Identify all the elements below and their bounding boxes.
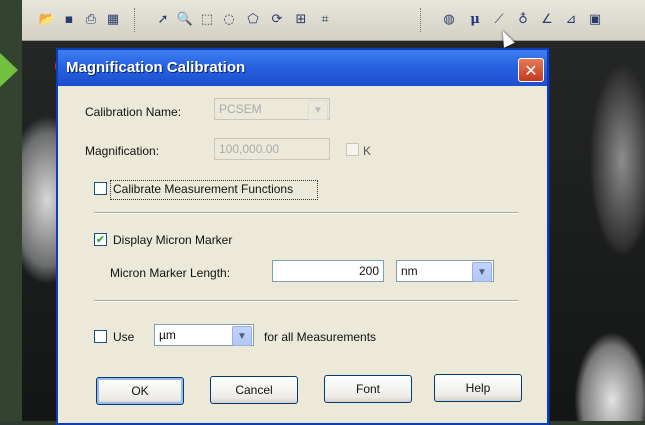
chevron-down-icon: ▼: [308, 100, 328, 120]
point-icon[interactable]: ♁: [514, 10, 532, 28]
help-button-label: Help: [465, 381, 491, 395]
ok-button-label: OK: [131, 384, 149, 398]
calibrate-measurement-label[interactable]: Calibrate Measurement Functions: [113, 182, 293, 196]
use-units-label[interactable]: Use: [113, 330, 134, 344]
separator: [94, 300, 518, 302]
monitor-frame: 📂 ▪ ⎙ ▦ ➚ 🔍 ⬚ ◌ ⬠ ⟳ ⊞ ⌗ ◍ μ ⟋ ♁ ∠ ⊿ ▣ Ma…: [0, 0, 645, 425]
crop-icon[interactable]: ⌗: [316, 10, 334, 28]
help-button[interactable]: Help: [434, 374, 522, 402]
all-measurements-label: for all Measurements: [264, 330, 377, 344]
angle-icon[interactable]: ∠: [538, 10, 556, 28]
magnification-value: 100,000.00: [219, 142, 280, 156]
cancel-button-label: Cancel: [235, 383, 273, 397]
font-button-label: Font: [355, 382, 380, 396]
freehand-select-icon[interactable]: ⟳: [268, 10, 286, 28]
toolbar-separator: [420, 8, 422, 32]
open-folder-icon[interactable]: 📂: [38, 10, 56, 28]
checkmark-icon: ✔: [95, 233, 106, 246]
micron-marker-length-label: Micron Marker Length:: [110, 266, 231, 280]
green-arrow-icon: [0, 53, 18, 87]
print-icon[interactable]: ⎙: [82, 10, 100, 28]
k-label: K: [363, 144, 372, 158]
dialog-title: Magnification Calibration: [66, 59, 246, 76]
use-units-checkbox[interactable]: [94, 330, 107, 343]
magnification-field: 100,000.00: [214, 138, 330, 160]
micron-marker-unit-value: nm: [401, 264, 418, 278]
select-arrow-icon[interactable]: ➚: [154, 10, 172, 28]
line-measure-icon[interactable]: ⟋: [490, 10, 508, 28]
close-button[interactable]: ✕: [518, 58, 544, 82]
chevron-down-icon[interactable]: ▼: [232, 326, 252, 346]
toolbar-separator: [134, 8, 136, 32]
save-icon[interactable]: ▪: [60, 10, 78, 28]
display-micron-marker-label[interactable]: Display Micron Marker: [113, 233, 232, 247]
calculator-icon[interactable]: ▦: [104, 10, 122, 28]
cancel-button[interactable]: Cancel: [210, 376, 298, 404]
zoom-icon[interactable]: 🔍: [176, 10, 194, 28]
dialog-titlebar[interactable]: Magnification Calibration ✕: [58, 50, 547, 86]
units-select[interactable]: µm ▼: [154, 324, 254, 346]
k-checkbox: [346, 143, 359, 156]
calibration-name-label: Calibration Name:: [85, 105, 182, 119]
image-icon[interactable]: ▣: [586, 10, 604, 28]
units-value: µm: [159, 328, 176, 342]
fill-icon[interactable]: ◍: [440, 10, 458, 28]
micron-marker-icon[interactable]: μ: [466, 10, 484, 28]
magnification-label: Magnification:: [85, 144, 160, 158]
magnification-calibration-dialog: Magnification Calibration ✕ Calibration …: [56, 48, 549, 425]
ok-button[interactable]: OK: [96, 377, 184, 405]
ellipse-select-icon[interactable]: ◌: [220, 10, 238, 28]
angle-measure-icon[interactable]: ⊿: [562, 10, 580, 28]
toolbar: 📂 ▪ ⎙ ▦ ➚ 🔍 ⬚ ◌ ⬠ ⟳ ⊞ ⌗ ◍ μ ⟋ ♁ ∠ ⊿ ▣: [22, 0, 645, 41]
micron-marker-unit-select[interactable]: nm ▼: [396, 260, 494, 282]
grid-select-icon[interactable]: ⊞: [292, 10, 310, 28]
font-button[interactable]: Font: [324, 375, 412, 403]
separator: [94, 212, 518, 214]
polygon-select-icon[interactable]: ⬠: [244, 10, 262, 28]
calibrate-measurement-checkbox[interactable]: [94, 182, 107, 195]
close-icon: ✕: [524, 60, 538, 80]
display-micron-marker-checkbox[interactable]: ✔: [94, 233, 107, 246]
calibration-name-select: PCSEM ▼: [214, 98, 330, 120]
rectangle-select-icon[interactable]: ⬚: [198, 10, 216, 28]
calibration-name-value: PCSEM: [219, 102, 262, 116]
micron-marker-length-input[interactable]: 200: [272, 260, 384, 282]
chevron-down-icon[interactable]: ▼: [472, 262, 492, 282]
micron-marker-length-value: 200: [358, 264, 379, 278]
